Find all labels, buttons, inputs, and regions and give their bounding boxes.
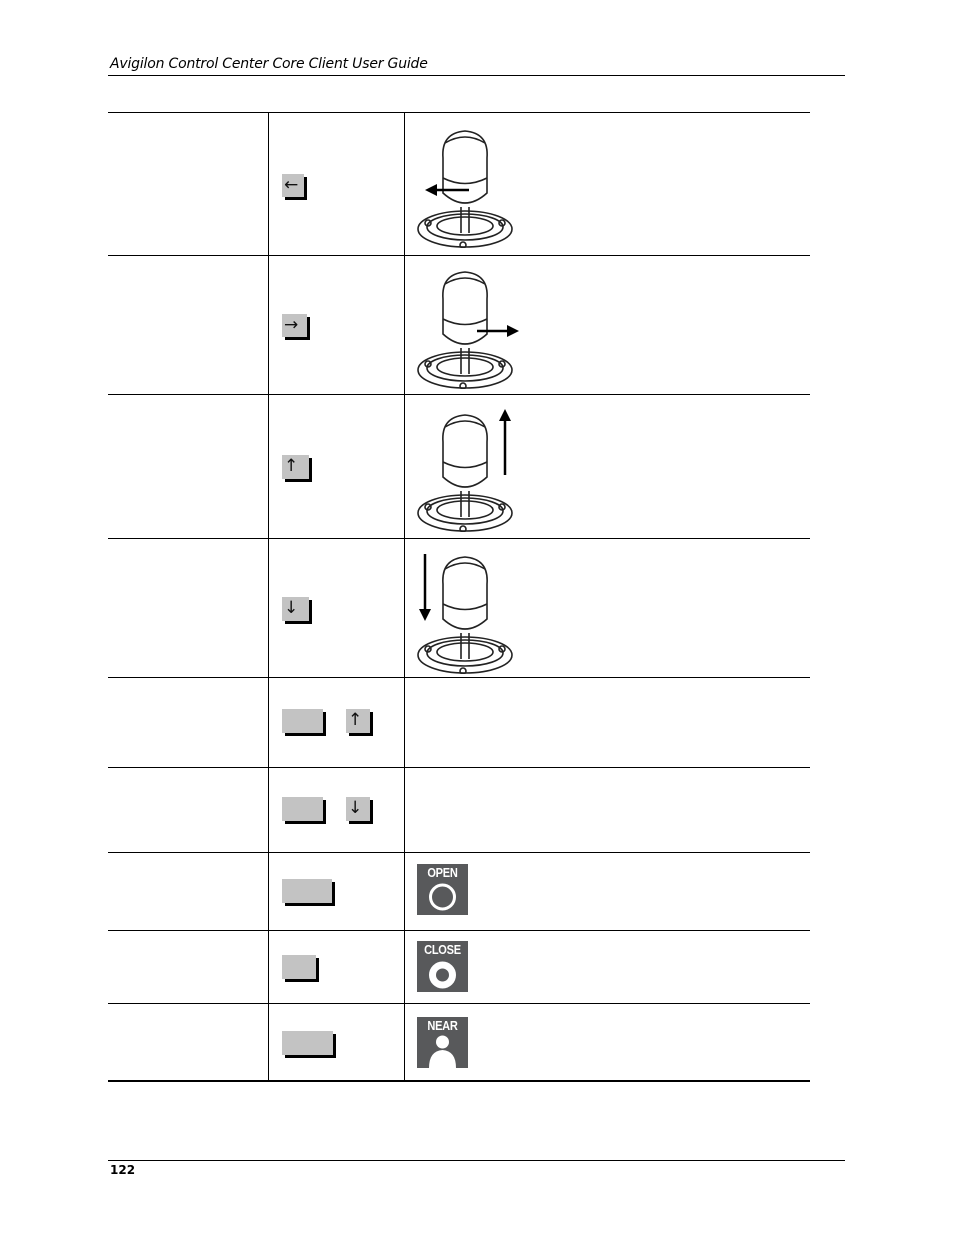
joystick-tilt-down-image bbox=[417, 554, 513, 674]
table-row: → bbox=[108, 256, 810, 395]
table-row: ↑ bbox=[108, 678, 810, 768]
column-divider bbox=[404, 931, 405, 1003]
column-divider bbox=[268, 395, 269, 538]
table-row: OPEN bbox=[108, 853, 810, 931]
focus-near-icon: NEAR bbox=[417, 1017, 468, 1068]
column-divider bbox=[404, 539, 405, 677]
table-row: CLOSE bbox=[108, 931, 810, 1004]
key-blank bbox=[282, 879, 332, 903]
key-right-arrow: → bbox=[282, 314, 307, 337]
column-divider bbox=[404, 678, 405, 767]
column-divider bbox=[268, 853, 269, 930]
page-number: 122 bbox=[110, 1163, 136, 1177]
table-row: NEAR bbox=[108, 1004, 810, 1082]
column-divider bbox=[404, 395, 405, 538]
column-divider bbox=[268, 768, 269, 852]
key-blank bbox=[282, 1031, 333, 1055]
column-divider bbox=[268, 256, 269, 394]
key-down-arrow: ↓ bbox=[346, 797, 370, 821]
joystick-tilt-up-image bbox=[417, 409, 513, 532]
column-divider bbox=[268, 1004, 269, 1080]
footer-rule bbox=[108, 1160, 845, 1161]
iris-open-icon: OPEN bbox=[417, 864, 468, 915]
column-divider bbox=[404, 113, 405, 255]
column-divider bbox=[268, 931, 269, 1003]
table-row: ← bbox=[108, 113, 810, 256]
column-divider bbox=[268, 113, 269, 255]
table-row: ↑ bbox=[108, 395, 810, 539]
table-row: ↓ bbox=[108, 539, 810, 678]
column-divider bbox=[268, 678, 269, 767]
joystick-pan-right-image bbox=[417, 271, 519, 389]
joystick-pan-left-image bbox=[417, 130, 513, 248]
key-down-arrow: ↓ bbox=[282, 597, 309, 621]
key-blank bbox=[282, 955, 316, 979]
table-row: ↓ bbox=[108, 768, 810, 853]
key-up-arrow: ↑ bbox=[346, 709, 370, 733]
iris-close-icon: CLOSE bbox=[417, 941, 468, 992]
key-modifier bbox=[282, 709, 323, 733]
key-modifier bbox=[282, 797, 323, 821]
column-divider bbox=[404, 1004, 405, 1080]
document-header-title: Avigilon Control Center Core Client User… bbox=[110, 56, 428, 72]
column-divider bbox=[404, 853, 405, 930]
column-divider bbox=[268, 539, 269, 677]
key-left-arrow: ← bbox=[282, 174, 304, 197]
header-rule bbox=[108, 75, 845, 76]
column-divider bbox=[404, 768, 405, 852]
column-divider bbox=[404, 256, 405, 394]
key-up-arrow: ↑ bbox=[282, 455, 309, 479]
